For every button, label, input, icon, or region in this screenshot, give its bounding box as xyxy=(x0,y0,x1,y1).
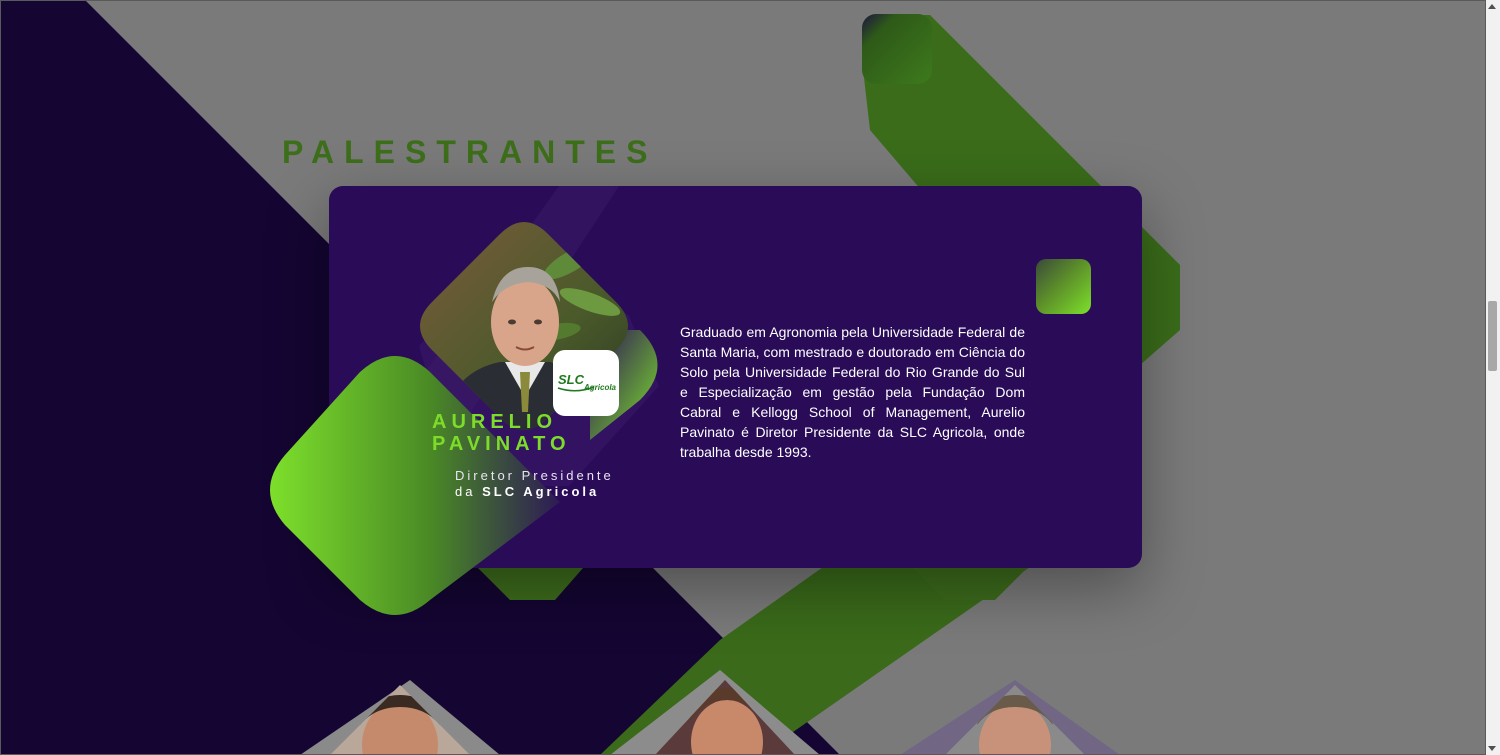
decorative-square xyxy=(1036,259,1091,314)
speaker-role-prefix: da xyxy=(455,484,483,499)
section-title: PALESTRANTES xyxy=(282,134,658,170)
speaker-name: AURELIO PAVINATO xyxy=(432,411,571,455)
scrollbar-thumb[interactable] xyxy=(1488,301,1497,371)
slc-logo-icon: SLC Agricola xyxy=(557,372,616,392)
svg-text:Agricola: Agricola xyxy=(583,383,616,392)
chevron-down-icon[interactable] xyxy=(1488,746,1496,751)
speaker-thumbnail[interactable] xyxy=(330,685,470,755)
speaker-role-title: Diretor Presidente xyxy=(455,468,614,483)
speaker-bio: Graduado em Agronomia pela Universidade … xyxy=(680,324,1025,460)
chevron-up-icon[interactable] xyxy=(1488,4,1496,9)
svg-text:SLC: SLC xyxy=(558,372,585,387)
speaker-thumbnail[interactable] xyxy=(655,680,795,755)
vertical-scrollbar[interactable] xyxy=(1485,0,1500,755)
speaker-role-company-line: da SLC Agricola xyxy=(455,484,614,500)
speaker-company: SLC Agricola xyxy=(482,484,600,499)
speaker-last-name: PAVINATO xyxy=(432,433,571,455)
company-logo: SLC Agricola xyxy=(553,350,619,416)
speaker-role: Diretor Presidente da SLC Agricola xyxy=(455,468,614,500)
speaker-thumbnail[interactable] xyxy=(945,685,1085,755)
speaker-first-name: AURELIO xyxy=(432,411,557,433)
